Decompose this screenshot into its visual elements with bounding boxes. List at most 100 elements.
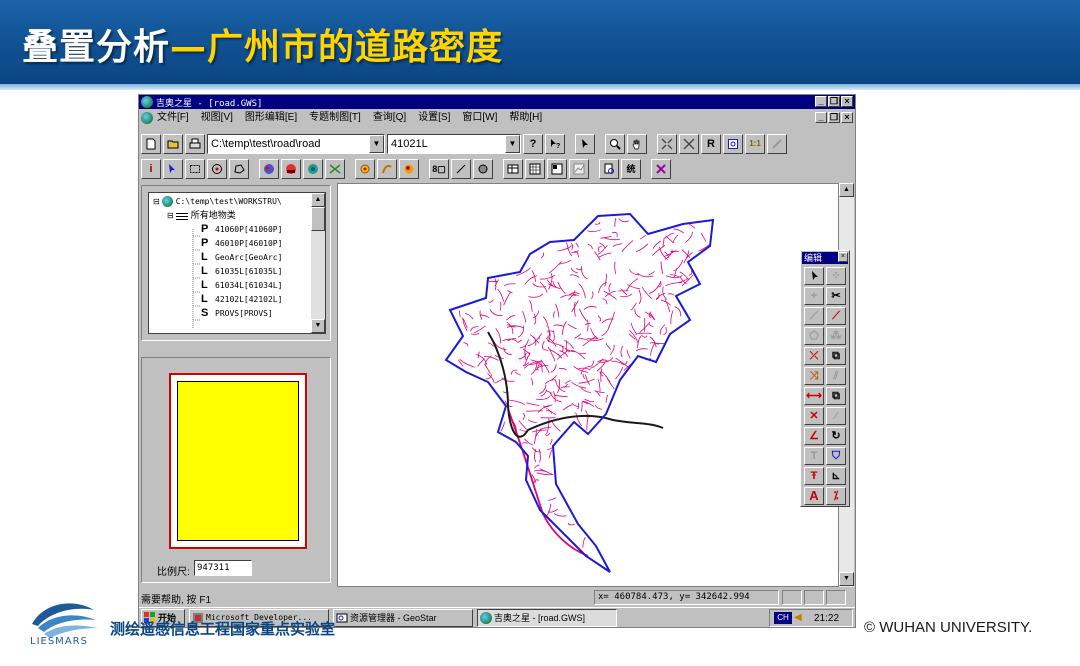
edit-baseline-button[interactable]: ⊾ <box>826 467 846 485</box>
edit-annotation-button[interactable]: A <box>804 487 824 505</box>
edit-copy-button[interactable]: ⧉ <box>826 347 846 365</box>
edit-paste-button[interactable]: ⧉ <box>826 387 846 405</box>
node-button[interactable] <box>473 159 493 179</box>
edit-split-button[interactable]: ⤫ <box>804 347 824 365</box>
select-button[interactable] <box>575 134 595 154</box>
menu-file[interactable]: 文件[F] <box>157 111 189 124</box>
clock[interactable]: 21:22 <box>814 611 839 626</box>
tree-item[interactable]: L 61035L[61035L] <box>201 264 282 278</box>
edit-angle-button[interactable]: ∠ <box>804 427 824 445</box>
workspace-path-combo[interactable]: C:\temp\test\road\road ▼ <box>207 134 385 154</box>
query-button[interactable] <box>599 159 619 179</box>
layer-combo[interactable]: 41021L ▼ <box>387 134 521 154</box>
layout-button[interactable] <box>547 159 567 179</box>
new-file-button[interactable] <box>141 134 161 154</box>
tree-scrollbar[interactable]: ▲ ▼ <box>311 193 325 333</box>
layer-color-button-3[interactable] <box>303 159 323 179</box>
edit-line-button[interactable]: ⟋ <box>804 307 824 325</box>
scroll-thumb[interactable] <box>311 207 325 231</box>
measure-button[interactable] <box>767 134 787 154</box>
draw-line-button[interactable] <box>451 159 471 179</box>
polygon-select-button[interactable] <box>229 159 249 179</box>
edit-join-button[interactable]: ⤨ <box>804 367 824 385</box>
menu-graphic-edit[interactable]: 图形编辑[E] <box>245 111 297 124</box>
area-style-button[interactable] <box>399 159 419 179</box>
scroll-down-icon[interactable]: ▼ <box>839 572 854 586</box>
edit-add-node-button[interactable]: + <box>804 287 824 305</box>
pick-button[interactable] <box>163 159 183 179</box>
print-button[interactable] <box>185 134 205 154</box>
point-style-button[interactable] <box>355 159 375 179</box>
edit-rotate-button[interactable]: ↻ <box>826 427 846 445</box>
minimize-button[interactable]: _ <box>815 96 827 107</box>
grid-button[interactable] <box>525 159 545 179</box>
edit-red-line-button[interactable]: ⟋ <box>826 307 846 325</box>
edit-break-button[interactable]: ⁄ <box>826 407 846 425</box>
tools-button[interactable] <box>651 159 671 179</box>
pan-button[interactable] <box>627 134 647 154</box>
info-button[interactable]: i <box>141 159 161 179</box>
rect-select-button[interactable] <box>185 159 205 179</box>
tree-item[interactable]: L GeoArc[GeoArc] <box>201 250 282 264</box>
zoom-in-button[interactable] <box>605 134 625 154</box>
taskbar-item-geostar[interactable]: 吉奥之星 - [road.GWS] <box>477 609 617 627</box>
open-folder-button[interactable] <box>163 134 183 154</box>
redraw-button[interactable] <box>723 134 743 154</box>
chevron-down-icon[interactable]: ▼ <box>505 135 520 153</box>
speaker-icon[interactable]: ◀ <box>794 612 802 623</box>
line-style-button[interactable] <box>377 159 397 179</box>
window-titlebar[interactable]: 吉奥之星 - [road.GWS] _ ❐ × <box>139 95 855 109</box>
tree-item[interactable]: S PROVS[PROVS] <box>201 306 273 320</box>
scroll-down-icon[interactable]: ▼ <box>311 319 325 333</box>
shrink-extent-button[interactable] <box>679 134 699 154</box>
collapse-icon[interactable]: ⊟ <box>167 211 174 220</box>
edit-shield-button[interactable]: ⛉ <box>826 447 846 465</box>
actual-scale-button[interactable]: 1:1 <box>745 134 765 154</box>
layer-color-button-4[interactable] <box>325 159 345 179</box>
help-button[interactable]: ? <box>523 134 543 154</box>
overview-extent-frame[interactable] <box>169 373 307 549</box>
edit-cut-button[interactable]: ✂ <box>826 287 846 305</box>
refresh-button[interactable]: R <box>701 134 721 154</box>
edit-extend-button[interactable]: ⟷ <box>804 387 824 405</box>
table-button[interactable] <box>503 159 523 179</box>
layer-list-button[interactable]: 8▢ <box>429 159 449 179</box>
tree-group-row[interactable]: ⊟ 所有地物类 <box>167 208 236 222</box>
tree-item[interactable]: L 42102L[42102L] <box>201 292 282 306</box>
maximize-button[interactable]: ❐ <box>828 96 840 107</box>
map-canvas[interactable] <box>337 183 839 587</box>
chevron-down-icon[interactable]: ▼ <box>369 135 384 153</box>
edit-delete-button[interactable]: ✕ <box>804 407 824 425</box>
edit-polygon-button[interactable]: ⬠ <box>804 327 824 345</box>
scroll-up-icon[interactable]: ▲ <box>839 183 854 197</box>
edit-parallel-button[interactable]: ⫽ <box>826 367 846 385</box>
menu-settings[interactable]: 设置[S] <box>418 111 450 124</box>
chart-button[interactable] <box>569 159 589 179</box>
doc-close-button[interactable]: × <box>841 112 853 123</box>
tree-item[interactable]: P 46010P[46010P] <box>201 236 282 250</box>
edit-select-button[interactable] <box>804 267 824 285</box>
menu-query[interactable]: 查询[Q] <box>373 111 406 124</box>
taskbar-item-explorer[interactable]: 资源管理器 - GeoStar <box>333 609 473 627</box>
doc-restore-button[interactable]: ❐ <box>828 112 840 123</box>
layer-color-button-2[interactable] <box>281 159 301 179</box>
doc-minimize-button[interactable]: _ <box>815 112 827 123</box>
close-icon[interactable]: × <box>838 252 848 262</box>
edit-multi-button[interactable]: ⁘ <box>826 267 846 285</box>
edit-annotation-style-button[interactable]: ⁒ <box>826 487 846 505</box>
circle-select-button[interactable] <box>207 159 227 179</box>
layer-color-button-1[interactable] <box>259 159 279 179</box>
scroll-up-icon[interactable]: ▲ <box>311 193 325 207</box>
overview-map[interactable] <box>177 381 299 541</box>
menu-window[interactable]: 窗口[W] <box>462 111 497 124</box>
tree-item[interactable]: P 41060P[41060P] <box>201 222 282 236</box>
edit-text-style-button[interactable]: Ŧ <box>804 467 824 485</box>
ime-indicator[interactable]: CH <box>774 612 792 624</box>
scale-input[interactable]: 947311 <box>194 560 252 576</box>
document-globe-icon[interactable] <box>141 112 153 124</box>
context-help-button[interactable]: ? <box>545 134 565 154</box>
menu-thematic-map[interactable]: 专题制图[T] <box>309 111 361 124</box>
menu-view[interactable]: 视图[V] <box>201 111 233 124</box>
edit-text-button[interactable]: T <box>804 447 824 465</box>
full-extent-button[interactable] <box>657 134 677 154</box>
